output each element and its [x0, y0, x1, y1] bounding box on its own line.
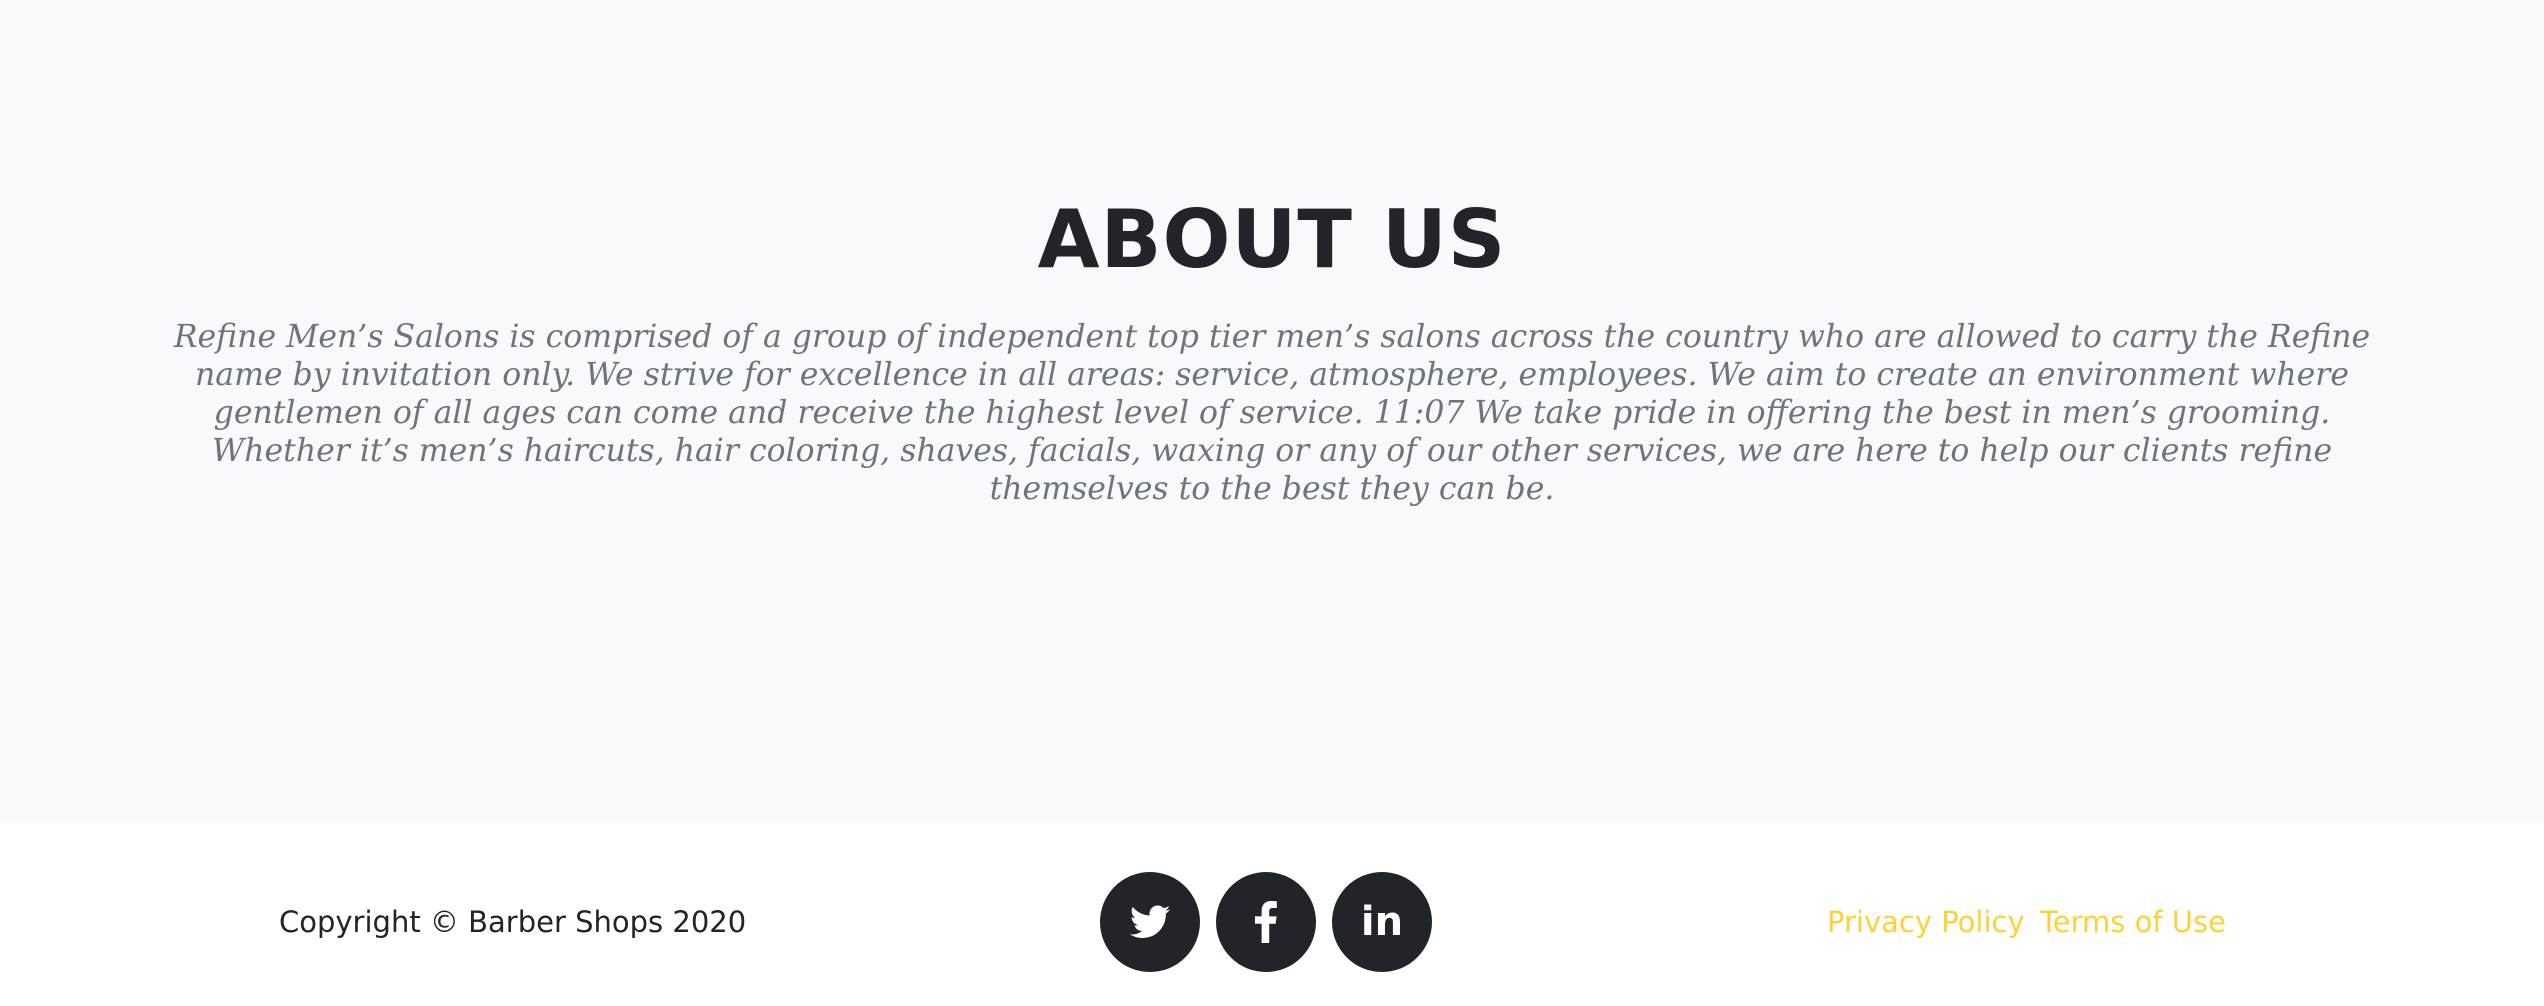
privacy-policy-link[interactable]: Privacy Policy	[1827, 900, 2025, 944]
section-heading: ABOUT US	[1037, 193, 1507, 286]
terms-of-use-link[interactable]: Terms of Use	[2040, 900, 2226, 944]
facebook-button[interactable]	[1216, 872, 1316, 972]
twitter-button[interactable]	[1100, 872, 1200, 972]
facebook-icon	[1255, 901, 1277, 943]
about-description: Refine Men’s Salons is comprised of a gr…	[173, 319, 2371, 507]
twitter-icon	[1130, 905, 1170, 939]
copyright-text: Copyright © Barber Shops 2020	[279, 905, 747, 939]
about-section: ABOUT US Refine Men’s Salons is comprise…	[0, 0, 2544, 822]
linkedin-button[interactable]: in	[1332, 872, 1432, 972]
linkedin-icon: in	[1360, 899, 1404, 945]
